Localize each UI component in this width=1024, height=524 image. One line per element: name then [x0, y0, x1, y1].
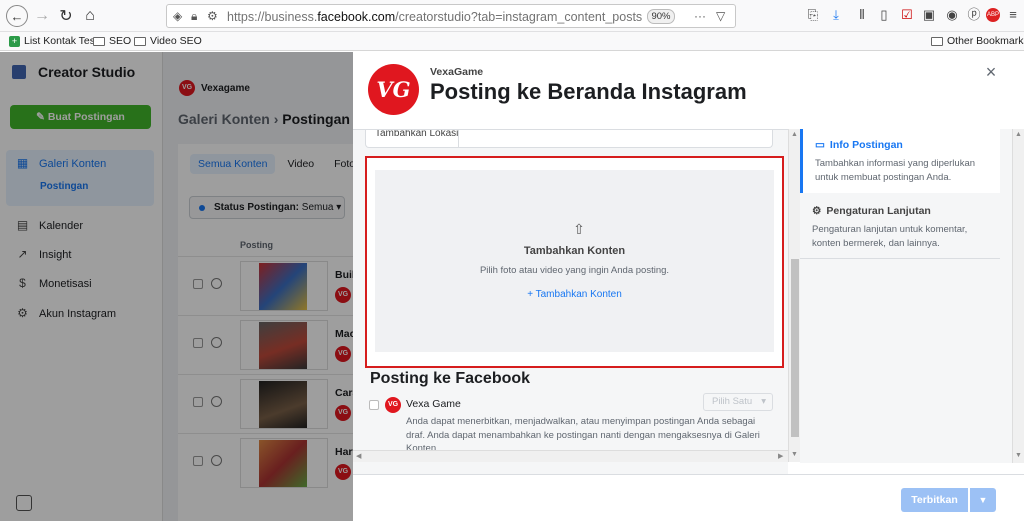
address-bar[interactable]: ◈ 🔒︎ ⚙ https://business.facebook.com/cre…	[166, 4, 736, 28]
sidebar-toggle-icon[interactable]: ▯	[875, 6, 893, 24]
facebook-page-checkbox[interactable]	[369, 400, 379, 410]
reload-icon[interactable]: ↻	[56, 6, 76, 26]
scroll-down-icon[interactable]: ▼	[791, 451, 798, 458]
url-text: https://business.facebook.com/creatorstu…	[227, 10, 643, 24]
add-content-link[interactable]: + Tambahkan Konten	[375, 289, 774, 300]
add-content-dropzone[interactable]: ⇧ Tambahkan Konten Pilih foto atau video…	[375, 170, 774, 352]
step-pengaturan-lanjutan[interactable]: ⚙ Pengaturan Lanjutan Pengaturan lanjutan…	[800, 195, 1000, 259]
menu-icon[interactable]: ≡	[1004, 6, 1022, 24]
modal-footer: Terbitkan ▼	[353, 474, 1024, 521]
bookmark-seo[interactable]: SEO	[93, 35, 131, 47]
gear-icon: ⚙	[812, 205, 822, 217]
forward-arrow-icon[interactable]: →	[32, 6, 52, 26]
location-field[interactable]: Tambahkan Lokasi	[365, 129, 773, 148]
modal-account-name: VexaGame	[430, 66, 484, 78]
adblock-icon[interactable]: ABP	[986, 8, 1000, 22]
body-horizontal-scrollbar[interactable]: ◀ ▶	[353, 450, 788, 462]
screenshot-icon[interactable]: ⎘	[804, 6, 822, 24]
folder-icon	[931, 36, 943, 46]
page-actions-icon[interactable]: ···	[694, 9, 706, 23]
panel-vertical-scrollbar[interactable]: ▲ ▼	[1012, 129, 1024, 463]
scroll-up-icon[interactable]: ▲	[791, 131, 798, 138]
shield-icon: ◈	[173, 9, 183, 23]
step-info-postingan[interactable]: ▭ Info Postingan Tambahkan informasi yang…	[800, 129, 1000, 193]
scroll-up-icon[interactable]: ▲	[1015, 131, 1022, 138]
dropzone-subtitle: Pilih foto atau video yang ingin Anda po…	[479, 265, 670, 276]
dropzone-title: Tambahkan Konten	[523, 245, 626, 257]
pinterest-icon[interactable]: ⓟ	[965, 6, 983, 24]
browser-toolbar: ← → ↻ ⌂ ◈ 🔒︎ ⚙ https://business.facebook…	[0, 0, 1024, 32]
body-vertical-scrollbar[interactable]: ▲ ▼	[788, 129, 800, 462]
modal-title: Posting ke Beranda Instagram	[430, 79, 747, 104]
scrollbar-thumb[interactable]	[791, 259, 799, 437]
scroll-left-icon[interactable]: ◀	[356, 452, 361, 460]
pocket-icon[interactable]: ▽	[716, 9, 725, 23]
steps-panel: ▭ Info Postingan Tambahkan informasi yang…	[800, 129, 1024, 463]
bookmarks-bar: + List Kontak Test SEO Video SEO Other Bo…	[0, 32, 1024, 51]
close-icon[interactable]: ×	[983, 63, 999, 81]
bookmark-list-kontak[interactable]: + List Kontak Test	[9, 35, 98, 47]
permissions-icon: ⚙	[207, 9, 218, 23]
other-bookmarks[interactable]: Other Bookmarks	[931, 35, 1024, 47]
page-avatar: VG	[385, 397, 401, 413]
divider	[458, 130, 459, 148]
facebook-section-title: Posting ke Facebook	[370, 370, 531, 387]
upload-icon: ⇧	[573, 221, 585, 237]
container-icon[interactable]: ▣	[920, 6, 938, 24]
scroll-right-icon[interactable]: ▶	[778, 452, 783, 460]
highlight-box: ⇧ Tambahkan Konten Pilih foto atau video…	[365, 156, 784, 368]
library-icon[interactable]: ⫴	[853, 6, 871, 24]
folder-icon	[93, 36, 105, 46]
location-label: Tambahkan Lokasi	[375, 129, 459, 139]
lock-icon: 🔒︎	[191, 9, 198, 23]
download-icon[interactable]: ⤓	[827, 6, 845, 24]
scroll-down-icon[interactable]: ▼	[1015, 452, 1022, 459]
vexagame-logo: VG	[368, 64, 419, 115]
pick-one-select[interactable]: Pilih Satu	[703, 393, 773, 411]
modal-body: Tambahkan Lokasi ⇧ Tambahkan Konten Pili…	[353, 129, 788, 474]
publish-options-chevron-down-icon[interactable]: ▼	[970, 488, 996, 512]
facebook-page-name: Vexa Game	[406, 398, 461, 410]
info-icon: ▭	[815, 139, 825, 151]
sheet-icon: +	[9, 35, 20, 47]
home-icon[interactable]: ⌂	[80, 6, 100, 26]
publish-button[interactable]: Terbitkan	[901, 488, 968, 512]
back-arrow-icon[interactable]: ←	[6, 5, 28, 27]
zoom-level[interactable]: 90%	[647, 9, 675, 24]
checklist-icon[interactable]: ☑	[898, 6, 916, 24]
account-icon[interactable]: ◉	[943, 6, 961, 24]
post-modal: VG VexaGame Posting ke Beranda Instagram…	[353, 52, 1024, 521]
bookmark-video-seo[interactable]: Video SEO	[134, 35, 202, 47]
modal-overlay[interactable]	[0, 52, 353, 521]
folder-icon	[134, 36, 146, 46]
